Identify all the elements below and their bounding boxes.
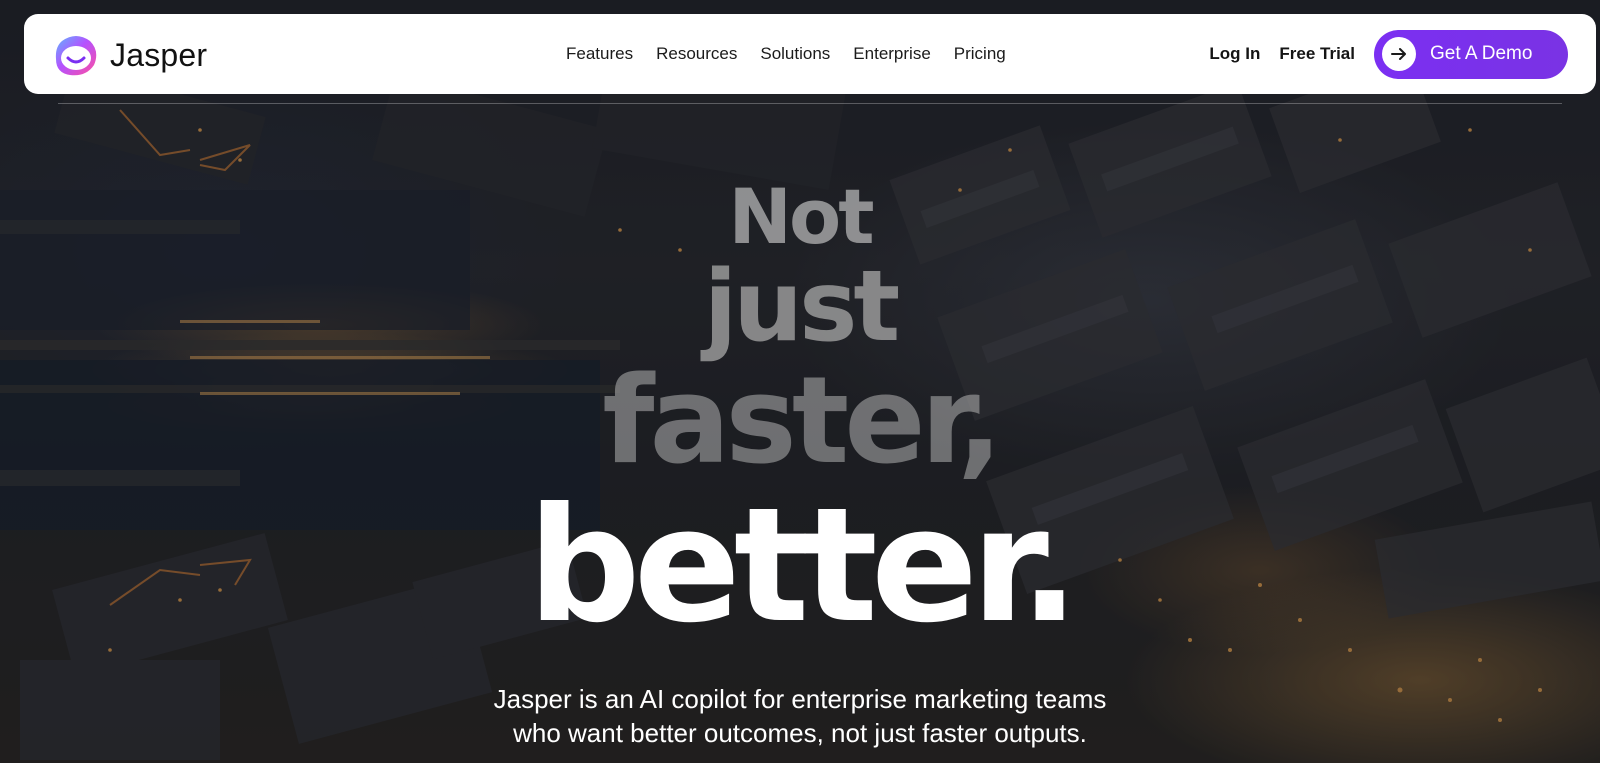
top-navbar: Jasper Features Resources Solutions Ente… xyxy=(24,14,1596,94)
login-link[interactable]: Log In xyxy=(1209,44,1260,64)
nav-divider xyxy=(58,103,1562,104)
hero-subtitle: Jasper is an AI copilot for enterprise m… xyxy=(0,682,1600,750)
nav-item-solutions[interactable]: Solutions xyxy=(760,44,830,64)
primary-nav: Features Resources Solutions Enterprise … xyxy=(566,14,1029,94)
arrow-right-icon xyxy=(1382,37,1416,71)
hero-headline-line-1: Not xyxy=(728,172,874,261)
nav-item-resources[interactable]: Resources xyxy=(656,44,737,64)
landing-page: Jasper Features Resources Solutions Ente… xyxy=(0,0,1600,763)
hero-headline-line-3: faster, xyxy=(602,352,1003,491)
jasper-face-icon xyxy=(52,33,100,77)
free-trial-link[interactable]: Free Trial xyxy=(1279,44,1355,64)
nav-actions: Log In Free Trial Get A Demo xyxy=(1209,14,1568,94)
hero-headline-line-4: better. xyxy=(527,474,1080,658)
nav-item-pricing[interactable]: Pricing xyxy=(954,44,1006,64)
brand-name: Jasper xyxy=(110,36,208,73)
get-demo-button[interactable]: Get A Demo xyxy=(1374,29,1568,79)
hero-subtitle-line-2: who want better outcomes, not just faste… xyxy=(513,718,1087,748)
jasper-logo[interactable]: Jasper xyxy=(52,33,207,77)
nav-item-enterprise[interactable]: Enterprise xyxy=(853,44,930,64)
nav-item-features[interactable]: Features xyxy=(566,44,633,64)
hero-subtitle-line-1: Jasper is an AI copilot for enterprise m… xyxy=(493,684,1107,714)
hero-headline-line-2: just xyxy=(703,250,901,364)
get-demo-label: Get A Demo xyxy=(1430,43,1533,64)
